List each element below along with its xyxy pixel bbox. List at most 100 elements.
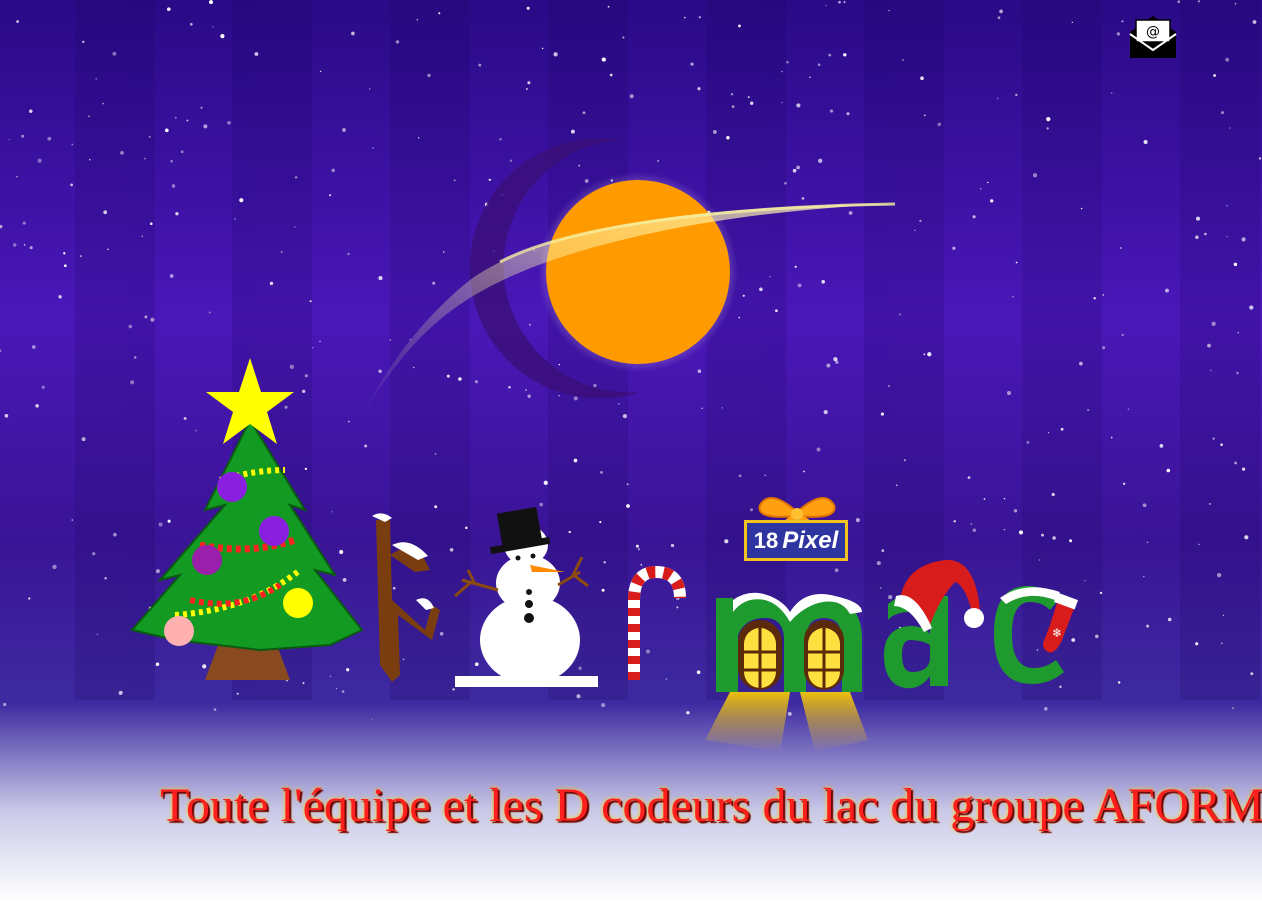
snowflake — [167, 7, 171, 11]
snowflake — [525, 389, 528, 392]
snowflake — [609, 73, 613, 77]
snowflake — [920, 76, 924, 81]
snowflake — [670, 543, 675, 548]
snowflake — [843, 53, 847, 57]
snowflake — [582, 111, 586, 115]
snowflake — [35, 404, 39, 408]
snowflake — [175, 212, 179, 216]
snowflake — [888, 594, 893, 600]
snowflake — [601, 57, 606, 62]
snowflake — [58, 295, 62, 299]
snowflake — [747, 96, 750, 99]
snowflake — [1036, 649, 1039, 651]
snowflake — [82, 40, 85, 44]
snowflake — [446, 374, 450, 378]
snowflake — [280, 251, 283, 254]
snowflake — [1110, 436, 1113, 439]
snowflake — [107, 248, 109, 251]
snowflake — [364, 444, 368, 448]
snowflake — [509, 159, 513, 162]
mail-envelope-icon[interactable]: @ — [1128, 12, 1178, 60]
snowflake — [541, 47, 544, 50]
snowflake — [1026, 440, 1030, 444]
snowflake — [92, 552, 96, 556]
snowflake — [41, 385, 45, 389]
snowflake — [826, 363, 831, 368]
snowflake — [834, 568, 839, 573]
snowflake — [1195, 216, 1201, 221]
snowflake — [212, 26, 214, 28]
snowflake — [378, 369, 382, 373]
snowflake — [47, 136, 52, 141]
snowflake — [1003, 528, 1006, 531]
snowflake — [141, 235, 143, 238]
snowflake — [712, 129, 717, 134]
snowflake — [169, 274, 174, 278]
snowflake — [902, 59, 904, 61]
snowflake — [465, 526, 468, 530]
snowflake — [329, 194, 332, 197]
snowflake — [797, 283, 802, 288]
snowflake — [528, 323, 532, 327]
snowflake — [1258, 157, 1262, 160]
snowflake — [180, 150, 184, 154]
snowflake — [1102, 346, 1106, 350]
snowflake — [392, 586, 396, 590]
snowflake — [696, 670, 701, 674]
pixel-badge[interactable]: 18 Pixel — [744, 520, 848, 561]
snowflake — [175, 116, 177, 119]
snowflake — [816, 447, 821, 452]
snowflake — [1207, 343, 1211, 348]
snowflake — [676, 606, 679, 609]
snowflake — [784, 181, 787, 185]
snowflake — [637, 548, 640, 551]
snowflake — [452, 688, 455, 691]
snowflake — [389, 339, 392, 341]
snowflake — [1213, 74, 1216, 77]
snowflake — [370, 718, 373, 720]
snowflake — [438, 12, 441, 15]
snowflake — [339, 550, 344, 554]
snowflake — [158, 522, 163, 527]
snowflake — [1143, 139, 1148, 145]
snowflake — [750, 101, 754, 105]
snowflake — [823, 410, 828, 415]
snowflake — [208, 311, 211, 314]
snowflake — [1120, 247, 1122, 249]
snowflake — [525, 87, 528, 91]
snowflake — [697, 87, 701, 91]
snowflake — [759, 287, 763, 292]
snowflake — [128, 324, 133, 329]
snowflake — [626, 483, 629, 486]
snowflake — [1250, 672, 1254, 676]
snowflake — [1252, 20, 1257, 24]
snowflake — [1038, 559, 1041, 561]
snowflake — [1236, 371, 1239, 375]
snowflake — [1208, 502, 1211, 505]
snowflake — [71, 143, 74, 146]
snowflake — [603, 561, 606, 564]
snowflake — [416, 19, 418, 21]
snowflake — [342, 127, 346, 132]
snowflake — [95, 78, 98, 80]
badge-number: 18 — [753, 528, 779, 553]
snowflake — [730, 93, 734, 96]
snowflake — [37, 158, 42, 163]
snowflake — [453, 179, 456, 182]
snowflake — [395, 40, 400, 44]
snowflake — [16, 20, 19, 23]
snowflake — [888, 9, 890, 12]
snowflake — [896, 484, 898, 486]
snowflake — [1226, 235, 1228, 238]
snowflake — [914, 229, 916, 232]
snowflake — [764, 474, 766, 477]
snowflake — [1099, 591, 1103, 595]
snowflake — [927, 352, 932, 357]
snowflake — [880, 412, 884, 416]
snowflake — [144, 157, 146, 160]
snowflake — [967, 476, 971, 479]
snowflake — [1146, 541, 1149, 544]
snowflake — [787, 711, 792, 716]
snowflake — [923, 353, 926, 356]
snowflake — [1146, 624, 1150, 628]
